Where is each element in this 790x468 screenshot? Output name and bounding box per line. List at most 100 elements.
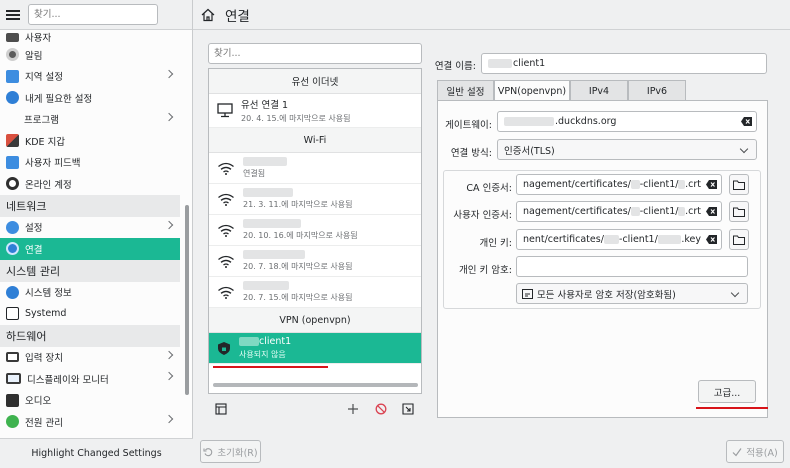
sidebar-item-power[interactable]: 전원 관리	[0, 411, 180, 433]
tab-bar: 일반 설정 VPN(openvpn) IPv4 IPv6	[437, 80, 686, 102]
redacted-ssid	[243, 157, 287, 166]
chevron-right-icon	[164, 350, 174, 359]
wifi-icon	[218, 162, 234, 175]
sidebar-item-connections[interactable]: 연결	[0, 238, 180, 260]
wifi-icon	[218, 193, 234, 206]
connection-status: 20. 4. 15.에 마지막으로 사용됨	[241, 114, 351, 123]
connection-list-toolbar	[208, 398, 422, 420]
connection-item-wifi[interactable]: 연결됨	[209, 153, 421, 184]
sidebar-item-notifications[interactable]: 알림	[0, 44, 180, 66]
gateway-input[interactable]: .duckdns.org	[497, 111, 757, 132]
gateway-label: 게이트웨이:	[445, 120, 492, 131]
chevron-right-icon	[164, 220, 174, 229]
sidebar-item-kde-wallet[interactable]: KDE 지갑	[0, 130, 180, 152]
user-feedback-icon	[6, 155, 19, 169]
user-certificate-browse-button[interactable]	[729, 201, 749, 222]
connection-name: client1	[239, 336, 291, 347]
connection-list: 유선 이더넷 유선 연결 1 20. 4. 15.에 마지막으로 사용됨 Wi-…	[208, 68, 422, 394]
redacted-ssid	[243, 219, 301, 228]
audio-icon	[6, 393, 19, 407]
configure-icon[interactable]	[215, 403, 227, 415]
clear-text-icon[interactable]	[741, 117, 752, 126]
connection-status: 20. 7. 15.에 마지막으로 사용됨	[243, 293, 353, 302]
sidebar-item-network-settings[interactable]: 설정	[0, 217, 180, 239]
sidebar-item-audio[interactable]: 오디오	[0, 390, 180, 412]
kde-wallet-icon	[6, 134, 19, 148]
sidebar-search-input[interactable]	[28, 4, 158, 25]
tab-ipv6[interactable]: IPv6	[628, 80, 686, 101]
connection-item-wired[interactable]: 유선 연결 1 20. 4. 15.에 마지막으로 사용됨	[209, 94, 421, 128]
redacted-text	[678, 180, 686, 189]
chevron-right-icon	[164, 371, 174, 381]
redacted-text	[657, 235, 682, 244]
red-underline-annotation	[696, 407, 768, 409]
display-icon	[6, 373, 21, 385]
tab-vpn-openvpn[interactable]: VPN(openvpn)	[494, 80, 570, 102]
connection-item-wifi[interactable]: 20. 7. 18.에 마지막으로 사용됨	[209, 246, 421, 277]
redacted-host	[504, 117, 554, 126]
redacted-prefix	[239, 337, 259, 346]
export-icon[interactable]	[402, 403, 414, 415]
private-key-label: 개인 키:	[479, 238, 512, 249]
system-info-icon	[6, 285, 19, 299]
password-storage-select[interactable]: 모든 사용자로 암호 저장(암호화됨)	[516, 283, 748, 304]
private-key-input[interactable]: nent/certificates/-client1/.key	[516, 229, 722, 250]
connection-type-select[interactable]: 인증서(TLS)	[497, 139, 757, 160]
connection-name-input[interactable]: client1	[481, 53, 767, 74]
page-title: 연결	[225, 8, 250, 25]
redacted-ssid	[243, 281, 289, 290]
advanced-button[interactable]: 고급...	[698, 380, 756, 403]
private-key-browse-button[interactable]	[729, 229, 749, 250]
redacted-text	[630, 207, 640, 216]
clear-text-icon[interactable]	[706, 235, 717, 244]
user-certificate-input[interactable]: nagement/certificates/-client1/.crt	[516, 201, 722, 222]
private-key-password-input[interactable]	[516, 256, 748, 277]
clear-text-icon[interactable]	[706, 180, 717, 189]
sidebar-item-applications[interactable]: 프로그램	[0, 109, 180, 131]
connection-item-wifi[interactable]: 21. 3. 11.에 마지막으로 사용됨	[209, 184, 421, 215]
sidebar-item-user-feedback[interactable]: 사용자 피드백	[0, 152, 180, 174]
hamburger-menu-icon[interactable]	[6, 9, 20, 20]
connection-list-scrollbar[interactable]	[213, 383, 418, 387]
sidebar-item-system-info[interactable]: 시스템 정보	[0, 282, 180, 304]
connection-item-wifi[interactable]: 20. 10. 16.에 마지막으로 사용됨	[209, 215, 421, 246]
red-underline-annotation	[213, 366, 328, 368]
password-store-icon	[522, 288, 533, 299]
network-settings-icon	[6, 220, 19, 234]
sidebar-item-users[interactable]: 사용자	[0, 30, 180, 44]
category-hardware: 하드웨어	[0, 324, 180, 347]
tab-ipv4[interactable]: IPv4	[570, 80, 628, 101]
online-accounts-icon	[6, 177, 19, 191]
category-network: 네트워크	[0, 194, 180, 217]
ca-certificate-browse-button[interactable]	[729, 174, 749, 195]
wifi-icon	[218, 286, 234, 299]
sidebar-item-online-accounts[interactable]: 온라인 계정	[0, 173, 180, 195]
ca-certificate-input[interactable]: nagement/certificates/-client1/.crt	[516, 174, 722, 195]
remove-icon[interactable]	[375, 403, 387, 415]
sidebar-scrollbar[interactable]	[185, 205, 189, 395]
sidebar-item-region[interactable]: 지역 설정	[0, 66, 180, 88]
category-system: 시스템 관리	[0, 259, 180, 282]
sidebar-list: 사용자 알림 지역 설정 내게 필요한 설정 프로그램 KDE 지갑 사용자 피…	[0, 30, 180, 438]
add-icon[interactable]	[347, 403, 359, 415]
sidebar-item-accessibility[interactable]: 내게 필요한 설정	[0, 87, 180, 109]
sidebar-item-input-devices[interactable]: 입력 장치	[0, 347, 180, 369]
wired-network-icon	[217, 103, 233, 118]
home-icon[interactable]	[201, 8, 215, 22]
clear-text-icon[interactable]	[706, 207, 717, 216]
connection-item-wifi[interactable]: 20. 7. 15.에 마지막으로 사용됨	[209, 277, 421, 308]
connection-type-label: 연결 방식:	[450, 148, 492, 159]
tab-general[interactable]: 일반 설정	[437, 80, 494, 101]
notification-icon	[6, 48, 19, 62]
connection-item-vpn[interactable]: client1 사용되지 않음	[209, 333, 421, 364]
sidebar-item-systemd[interactable]: Systemd	[0, 303, 180, 325]
wifi-icon	[218, 255, 234, 268]
apply-button[interactable]: 적용(A)	[726, 440, 784, 463]
undo-icon	[203, 447, 213, 456]
connection-search-input[interactable]	[208, 43, 422, 64]
connection-status: 20. 10. 16.에 마지막으로 사용됨	[243, 231, 358, 240]
redacted-prefix	[488, 59, 512, 68]
sidebar-item-display[interactable]: 디스플레이와 모니터	[0, 368, 180, 390]
highlight-changed-settings-button[interactable]: Highlight Changed Settings	[0, 438, 193, 468]
reset-button[interactable]: 초기화(R)	[200, 440, 261, 463]
